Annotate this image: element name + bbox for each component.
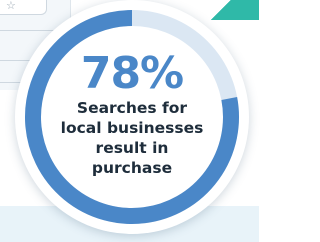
stat-caption-line: purchase	[91, 159, 173, 177]
stat-caption: Searches for local businesses result in …	[52, 98, 212, 178]
stat-caption-line: result in	[95, 139, 169, 157]
stat-value: 78%	[80, 48, 184, 99]
stat-caption-line: local businesses	[60, 119, 204, 137]
stat-caption-line: Searches for	[76, 99, 188, 117]
stat-center: 78% Searches for local businesses result…	[52, 50, 212, 178]
